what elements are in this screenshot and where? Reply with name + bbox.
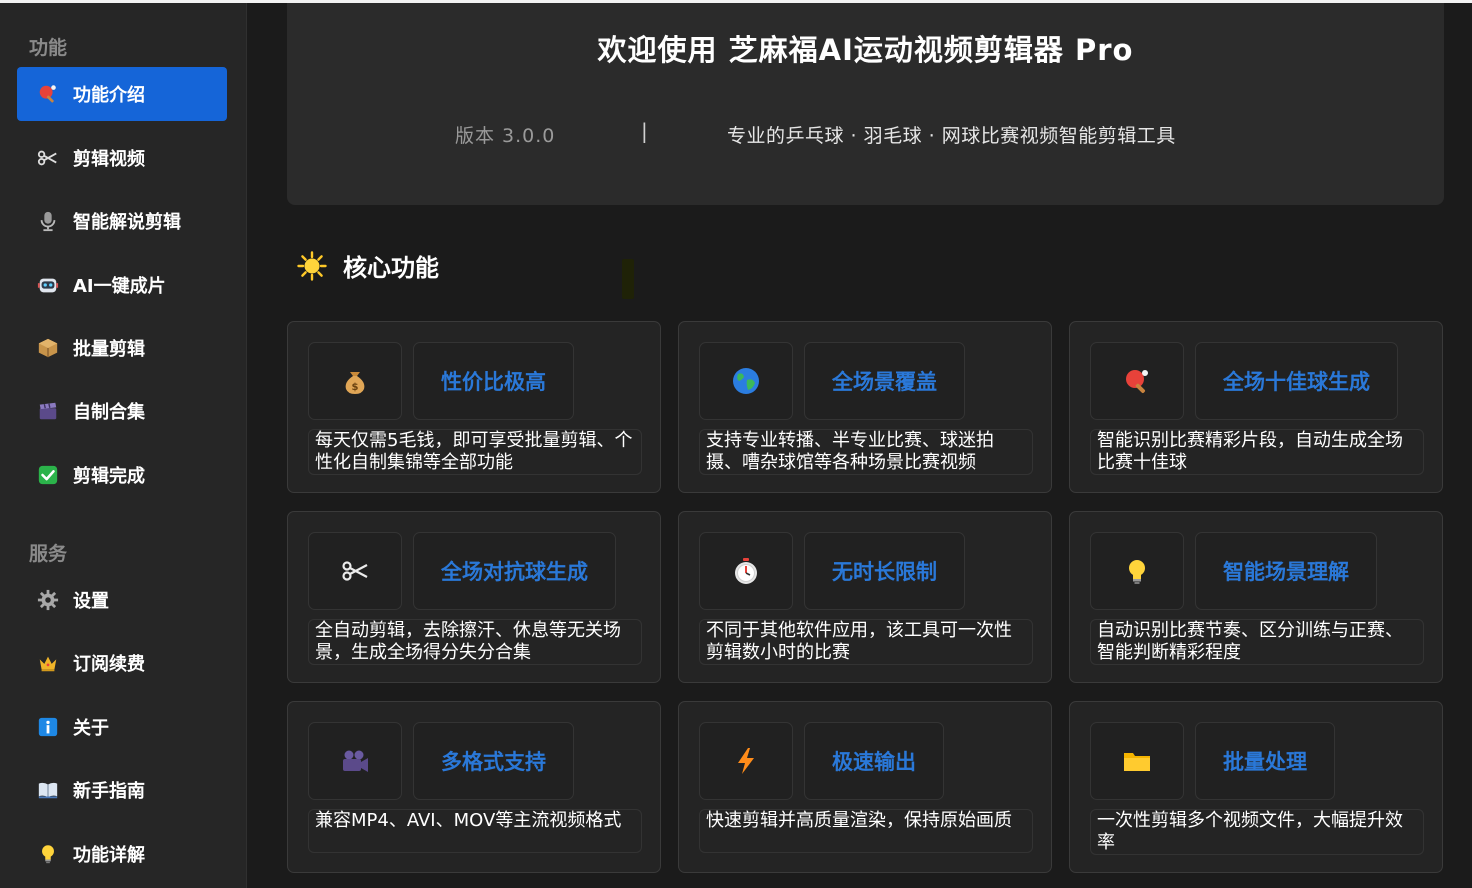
sidebar-item-label: 剪辑视频 xyxy=(73,149,145,170)
section-title: 核心功能 xyxy=(343,254,439,282)
feature-description: 兼容MP4、AVI、MOV等主流视频格式 xyxy=(308,809,642,853)
crown-icon xyxy=(37,652,59,674)
feature-title: 全场十佳球生成 xyxy=(1195,342,1398,420)
feature-card-rally: 全场对抗球生成 全自动剪辑，去除擦汗、休息等无关场景，生成全场得分失分合集 xyxy=(287,511,661,683)
feature-icon-box: $ xyxy=(308,342,402,420)
sidebar-item-narration-edit[interactable]: 智能解说剪辑 xyxy=(17,194,227,248)
feature-description: 一次性剪辑多个视频文件，大幅提升效率 xyxy=(1090,809,1424,855)
feature-title: 全场对抗球生成 xyxy=(413,532,616,610)
sidebar-item-subscription[interactable]: 订阅续费 xyxy=(17,636,227,690)
scroll-marker xyxy=(622,259,634,299)
feature-description: 自动识别比赛节奏、区分训练与正赛、智能判断精彩程度 xyxy=(1090,619,1424,665)
sidebar-item-label: 智能解说剪辑 xyxy=(73,212,181,233)
lightbulb-icon xyxy=(37,843,59,865)
feature-card-scene-coverage: 全场景覆盖 支持专业转播、半专业比赛、球迷拍摄、嘈杂球馆等各种场景比赛视频 xyxy=(678,321,1052,493)
feature-icon-box xyxy=(699,722,793,800)
microphone-icon xyxy=(37,210,59,232)
feature-icon-box xyxy=(308,532,402,610)
feature-card-no-limit: 无时长限制 不同于其他软件应用，该工具可一次性剪辑数小时的比赛 xyxy=(678,511,1052,683)
sidebar-item-beginner-guide[interactable]: 新手指南 xyxy=(17,763,227,817)
feature-title: 智能场景理解 xyxy=(1195,532,1377,610)
page-title: 欢迎使用 芝麻福AI运动视频剪辑器 Pro xyxy=(597,33,1134,67)
sidebar-item-feature-details[interactable]: 功能详解 xyxy=(17,827,227,881)
version-label: 版本 3.0.0 xyxy=(455,125,556,147)
feature-description: 全自动剪辑，去除擦汗、休息等无关场景，生成全场得分失分合集 xyxy=(308,619,642,665)
feature-card-top-ten: 全场十佳球生成 智能识别比赛精彩片段，自动生成全场比赛十佳球 xyxy=(1069,321,1443,493)
folder-icon xyxy=(1124,753,1150,771)
feature-title: 性价比极高 xyxy=(413,342,574,420)
book-icon xyxy=(37,779,59,801)
sidebar-section-features: 功能 xyxy=(29,37,68,59)
feature-description: 快速剪辑并高质量渲染，保持原始画质 xyxy=(699,809,1033,853)
info-icon xyxy=(37,716,59,738)
feature-title: 全场景覆盖 xyxy=(804,342,965,420)
feature-card-value: $ 性价比极高 每天仅需5毛钱，即可享受批量剪辑、个性化自制集锦等全部功能 xyxy=(287,321,661,493)
feature-description: 不同于其他软件应用，该工具可一次性剪辑数小时的比赛 xyxy=(699,619,1033,665)
sidebar-item-feature-intro[interactable]: 功能介绍 xyxy=(17,67,227,121)
sidebar-item-about[interactable]: 关于 xyxy=(17,700,227,754)
video-camera-icon xyxy=(343,750,368,772)
sidebar-item-edit-video[interactable]: 剪辑视频 xyxy=(17,131,227,185)
package-icon xyxy=(37,337,59,359)
sidebar-item-batch-edit[interactable]: 批量剪辑 xyxy=(17,321,227,375)
feature-card-batch: 批量处理 一次性剪辑多个视频文件，大幅提升效率 xyxy=(1069,701,1443,873)
scissors-icon xyxy=(342,561,368,581)
sidebar-section-services: 服务 xyxy=(29,543,68,565)
sidebar-item-label: 功能介绍 xyxy=(73,85,145,106)
feature-card-formats: 多格式支持 兼容MP4、AVI、MOV等主流视频格式 xyxy=(287,701,661,873)
feature-description: 支持专业转播、半专业比赛、球迷拍摄、嘈杂球馆等各种场景比赛视频 xyxy=(699,429,1033,475)
feature-description: 每天仅需5毛钱，即可享受批量剪辑、个性化自制集锦等全部功能 xyxy=(308,429,642,475)
sun-icon xyxy=(297,250,327,281)
feature-icon-box xyxy=(308,722,402,800)
main-content: 欢迎使用 芝麻福AI运动视频剪辑器 Pro 版本 3.0.0 | 专业的乒乓球 … xyxy=(247,3,1472,888)
globe-icon xyxy=(733,368,759,394)
subtitle: 专业的乒乓球 · 羽毛球 · 网球比赛视频智能剪辑工具 xyxy=(727,125,1176,147)
sidebar-item-custom-collection[interactable]: 自制合集 xyxy=(17,384,227,438)
welcome-banner: 欢迎使用 芝麻福AI运动视频剪辑器 Pro 版本 3.0.0 | 专业的乒乓球 … xyxy=(287,3,1444,205)
sidebar-item-ai-one-click[interactable]: AI一键成片 xyxy=(17,258,227,312)
scissors-icon xyxy=(37,147,59,169)
core-features-header: 核心功能 xyxy=(297,248,439,283)
svg-text:$: $ xyxy=(352,382,359,393)
lightning-icon xyxy=(738,748,754,774)
feature-icon-box xyxy=(1090,722,1184,800)
sidebar-item-label: 订阅续费 xyxy=(73,654,145,675)
sidebar-item-label: AI一键成片 xyxy=(73,276,166,297)
sidebar-item-label: 自制合集 xyxy=(73,402,145,423)
check-icon xyxy=(37,464,59,486)
clapperboard-icon xyxy=(37,400,59,422)
lightbulb-icon xyxy=(1129,560,1145,584)
sidebar-item-label: 新手指南 xyxy=(73,781,145,802)
sidebar-item-edit-done[interactable]: 剪辑完成 xyxy=(17,448,227,502)
ping-pong-icon xyxy=(1126,370,1148,394)
feature-title: 批量处理 xyxy=(1195,722,1335,800)
sidebar-item-label: 功能详解 xyxy=(73,845,145,866)
gear-icon xyxy=(37,589,59,611)
feature-icon-box xyxy=(699,532,793,610)
feature-icon-box xyxy=(699,342,793,420)
feature-description: 智能识别比赛精彩片段，自动生成全场比赛十佳球 xyxy=(1090,429,1424,475)
sidebar: 功能 功能介绍 剪辑视频 智能解说剪辑 AI一键成片 批量剪辑 自制合集 剪辑完… xyxy=(0,3,247,888)
feature-icon-box xyxy=(1090,532,1184,610)
sidebar-item-label: 关于 xyxy=(73,718,109,739)
feature-title: 多格式支持 xyxy=(413,722,574,800)
feature-card-fast-output: 极速输出 快速剪辑并高质量渲染，保持原始画质 xyxy=(678,701,1052,873)
stopwatch-icon xyxy=(735,558,757,584)
robot-icon xyxy=(37,274,59,296)
money-bag-icon: $ xyxy=(345,372,365,394)
separator: | xyxy=(641,119,648,143)
feature-title: 极速输出 xyxy=(804,722,944,800)
feature-icon-box xyxy=(1090,342,1184,420)
sidebar-item-label: 剪辑完成 xyxy=(73,466,145,487)
sidebar-item-settings[interactable]: 设置 xyxy=(17,573,227,627)
sidebar-item-label: 设置 xyxy=(73,591,109,612)
feature-card-scene-understanding: 智能场景理解 自动识别比赛节奏、区分训练与正赛、智能判断精彩程度 xyxy=(1069,511,1443,683)
sidebar-item-label: 批量剪辑 xyxy=(73,339,145,360)
feature-title: 无时长限制 xyxy=(804,532,965,610)
ping-pong-icon xyxy=(37,83,59,105)
